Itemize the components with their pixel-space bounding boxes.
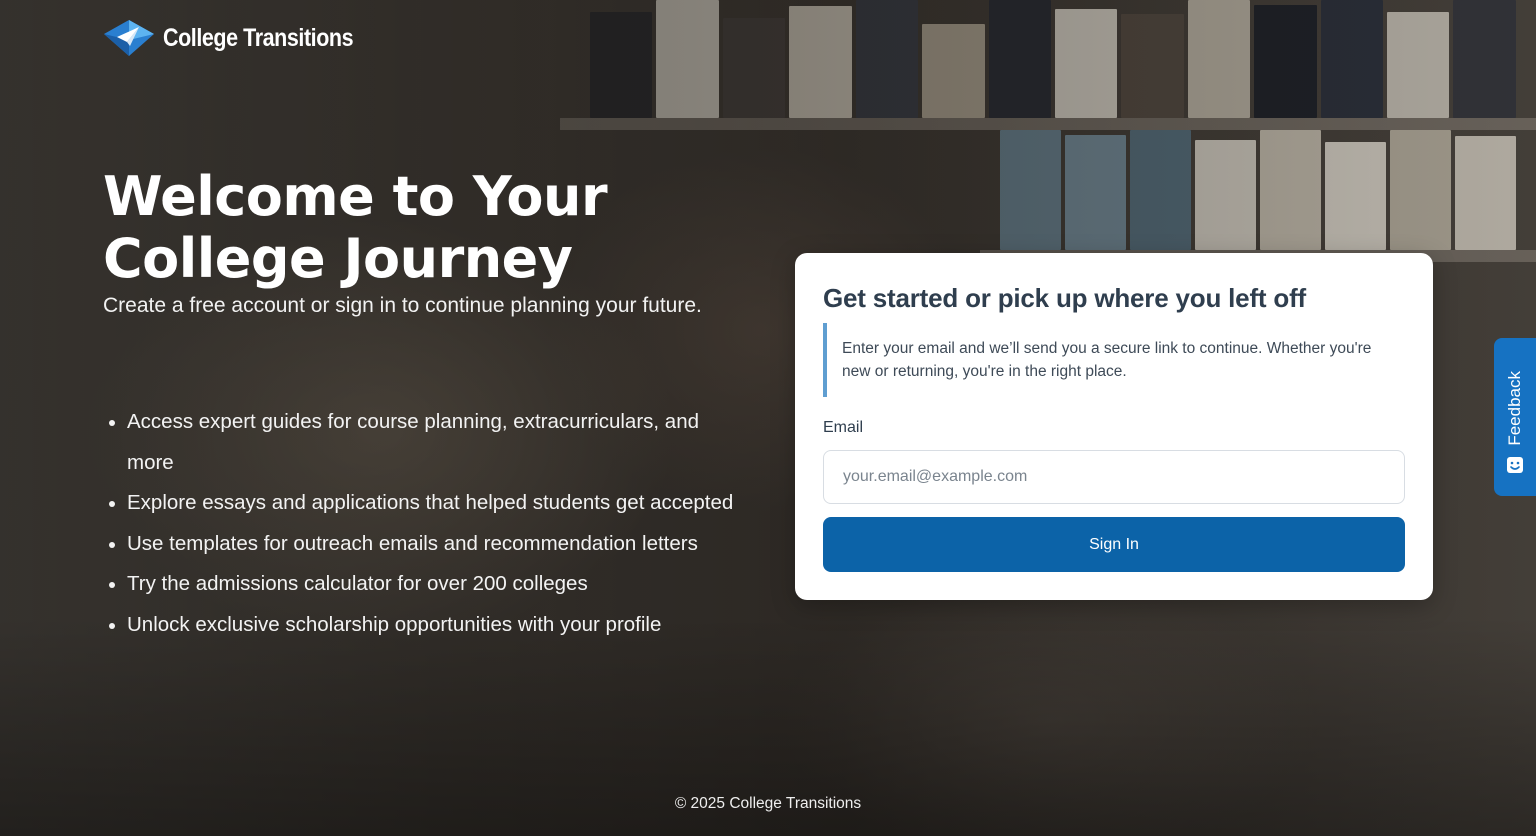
paper-plane-logo-icon bbox=[104, 20, 154, 56]
page-title: Welcome to Your College Journey bbox=[103, 165, 608, 290]
feature-list: Access expert guides for course planning… bbox=[107, 402, 747, 646]
signin-note: Enter your email and we’ll send you a se… bbox=[823, 323, 1393, 397]
feature-item: Use templates for outreach emails and re… bbox=[107, 524, 747, 565]
smiley-icon bbox=[1507, 457, 1523, 473]
signin-card: Get started or pick up where you left of… bbox=[795, 253, 1433, 600]
hero-subtitle: Create a free account or sign in to cont… bbox=[103, 294, 702, 317]
feature-item: Try the admissions calculator for over 2… bbox=[107, 564, 747, 605]
feedback-label: Feedback bbox=[1505, 371, 1524, 446]
email-field[interactable] bbox=[823, 450, 1405, 504]
sign-in-button[interactable]: Sign In bbox=[823, 517, 1405, 572]
feature-item: Unlock exclusive scholarship opportuniti… bbox=[107, 605, 747, 646]
feedback-tab[interactable]: Feedback bbox=[1494, 338, 1536, 496]
brand-logo[interactable]: College Transitions bbox=[103, 18, 384, 58]
brand-name: College Transitions bbox=[163, 23, 354, 52]
feature-item: Access expert guides for course planning… bbox=[107, 402, 747, 483]
footer-copyright: © 2025 College Transitions bbox=[674, 795, 862, 812]
email-label: Email bbox=[823, 419, 864, 436]
signin-title: Get started or pick up where you left of… bbox=[823, 283, 1306, 313]
feature-item: Explore essays and applications that hel… bbox=[107, 483, 747, 524]
